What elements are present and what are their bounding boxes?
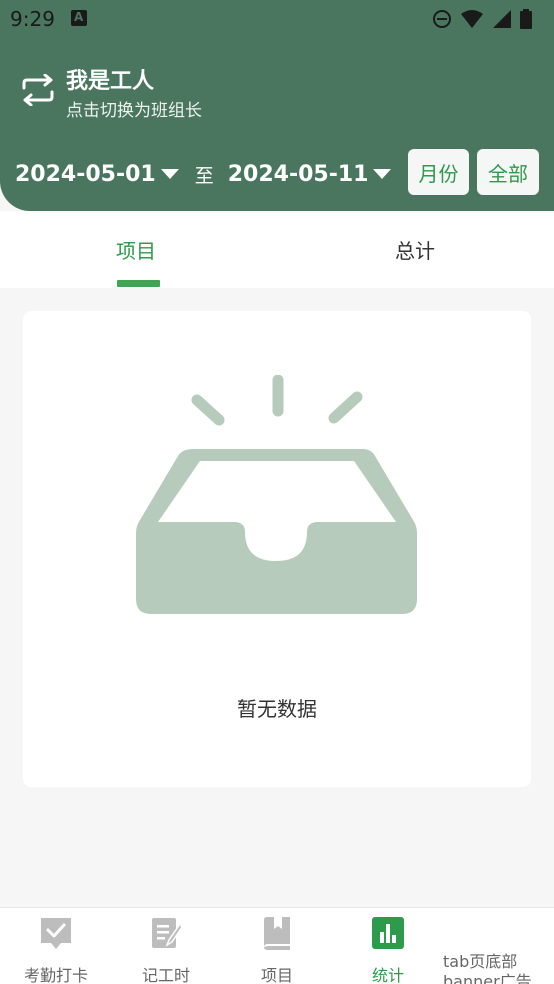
start-date-picker[interactable]: 2024-05-01 bbox=[15, 162, 156, 187]
role-switch-hint[interactable]: 点击切换为班组长 bbox=[66, 96, 202, 121]
bottom-nav: 考勤打卡 记工时 项目 统计 tab页底部 banner广告 bbox=[0, 907, 554, 984]
role-title[interactable]: 我是工人 bbox=[66, 63, 154, 95]
empty-inbox-icon bbox=[136, 375, 417, 614]
switch-arrows-icon[interactable] bbox=[20, 74, 56, 106]
signal-icon bbox=[493, 10, 511, 28]
caret-down-icon[interactable] bbox=[373, 169, 392, 179]
tab-total[interactable]: 总计 bbox=[395, 235, 435, 264]
nav-label: 统计 bbox=[371, 966, 404, 984]
date-separator: 至 bbox=[194, 164, 214, 187]
status-icons bbox=[432, 8, 532, 30]
nav-item-worktime[interactable]: 记工时 bbox=[116, 916, 216, 984]
book-icon bbox=[264, 917, 290, 950]
bar-chart-icon bbox=[372, 917, 404, 949]
dnd-icon bbox=[433, 10, 451, 28]
empty-message: 暂无数据 bbox=[237, 697, 317, 721]
ad-line-2: banner广告 bbox=[443, 972, 532, 984]
end-date-picker[interactable]: 2024-05-11 bbox=[228, 162, 369, 187]
wifi-icon bbox=[461, 10, 483, 28]
tab-project[interactable]: 项目 bbox=[116, 235, 156, 264]
nav-label: 记工时 bbox=[141, 966, 190, 984]
nav-item-stats[interactable]: 统计 bbox=[338, 916, 438, 984]
ad-line-1: tab页底部 bbox=[443, 952, 518, 971]
status-time: 9:29 bbox=[10, 7, 55, 31]
content-card: 暂无数据 bbox=[23, 311, 531, 787]
header: 9:29 我是工人 点击切换为班组长 2024-05-01 至 2024-05-… bbox=[0, 0, 554, 211]
date-range: 2024-05-01 至 2024-05-11 bbox=[15, 158, 407, 190]
nav-item-project[interactable]: 项目 bbox=[227, 916, 327, 984]
tab-indicator bbox=[117, 280, 160, 287]
all-button[interactable]: 全部 bbox=[477, 149, 539, 195]
nav-label: 项目 bbox=[260, 966, 293, 984]
month-button[interactable]: 月份 bbox=[408, 149, 469, 195]
caret-down-icon[interactable] bbox=[160, 169, 179, 179]
status-bar: 9:29 bbox=[0, 0, 554, 38]
bottom-banner-ad[interactable]: tab页底部 banner广告 bbox=[443, 952, 543, 984]
checkin-icon bbox=[41, 918, 71, 949]
battery-icon bbox=[520, 9, 532, 29]
edit-note-icon bbox=[152, 918, 183, 948]
nav-label: 考勤打卡 bbox=[23, 966, 88, 984]
tab-bar: 项目 总计 bbox=[0, 211, 554, 288]
a-icon bbox=[71, 10, 87, 26]
nav-item-checkin[interactable]: 考勤打卡 bbox=[6, 916, 106, 984]
